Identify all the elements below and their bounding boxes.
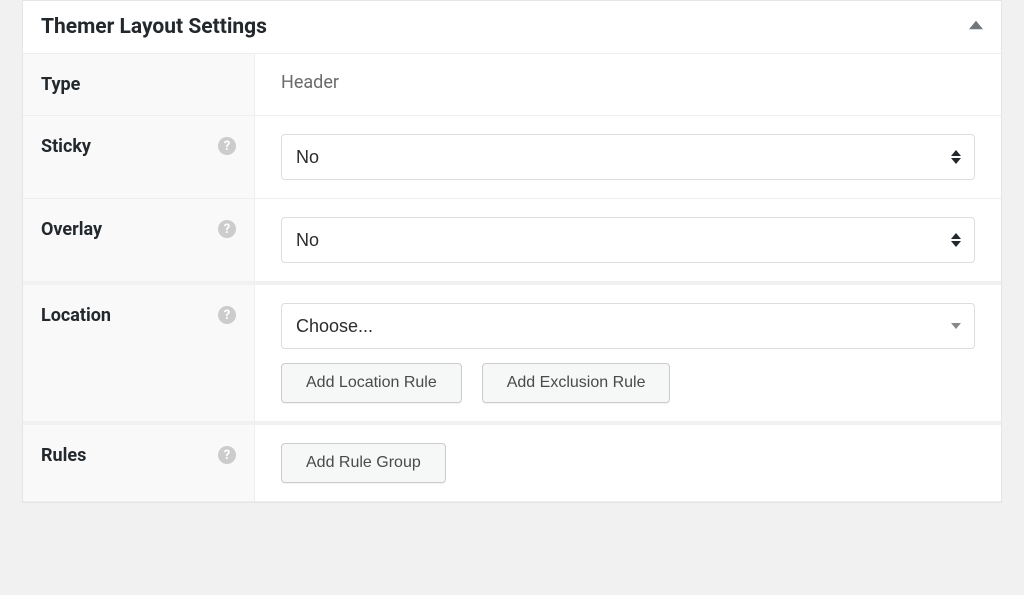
row-rules-content: Add Rule Group (255, 425, 1001, 501)
row-sticky: Sticky ? No (23, 116, 1001, 199)
row-location-content: Choose... Add Location Rule Add Exclusio… (255, 285, 1001, 421)
row-overlay-label-cell: Overlay ? (23, 199, 255, 281)
add-rule-group-button[interactable]: Add Rule Group (281, 443, 446, 483)
add-location-rule-button[interactable]: Add Location Rule (281, 363, 462, 403)
row-overlay-content: No (255, 199, 1001, 281)
help-icon[interactable]: ? (218, 220, 236, 238)
themer-layout-settings-panel: Themer Layout Settings Type Header Stick… (22, 0, 1002, 503)
panel-title: Themer Layout Settings (41, 15, 267, 39)
overlay-select[interactable]: No (281, 217, 975, 263)
row-type-label-cell: Type (23, 54, 255, 115)
row-overlay: Overlay ? No (23, 199, 1001, 285)
row-sticky-label: Sticky (41, 134, 91, 159)
location-select[interactable]: Choose... (281, 303, 975, 349)
help-icon[interactable]: ? (218, 446, 236, 464)
row-location: Location ? Choose... Add Location Rule A… (23, 285, 1001, 425)
row-sticky-label-cell: Sticky ? (23, 116, 255, 198)
row-overlay-label: Overlay (41, 217, 102, 242)
collapse-toggle-icon[interactable] (969, 18, 983, 36)
help-icon[interactable]: ? (218, 306, 236, 324)
row-location-label-cell: Location ? (23, 285, 255, 421)
add-exclusion-rule-button[interactable]: Add Exclusion Rule (482, 363, 671, 403)
row-type: Type Header (23, 54, 1001, 116)
row-rules-label-cell: Rules ? (23, 425, 255, 501)
type-value: Header (281, 72, 339, 93)
row-type-label: Type (41, 72, 80, 97)
sticky-select-wrap: No (281, 134, 975, 180)
help-icon[interactable]: ? (218, 137, 236, 155)
panel-header[interactable]: Themer Layout Settings (23, 1, 1001, 54)
row-rules: Rules ? Add Rule Group (23, 425, 1001, 502)
location-select-wrap: Choose... (281, 303, 975, 349)
row-rules-label: Rules (41, 443, 86, 468)
sticky-select[interactable]: No (281, 134, 975, 180)
overlay-select-wrap: No (281, 217, 975, 263)
row-location-label: Location (41, 303, 111, 328)
row-sticky-content: No (255, 116, 1001, 198)
row-type-content: Header (255, 54, 1001, 115)
